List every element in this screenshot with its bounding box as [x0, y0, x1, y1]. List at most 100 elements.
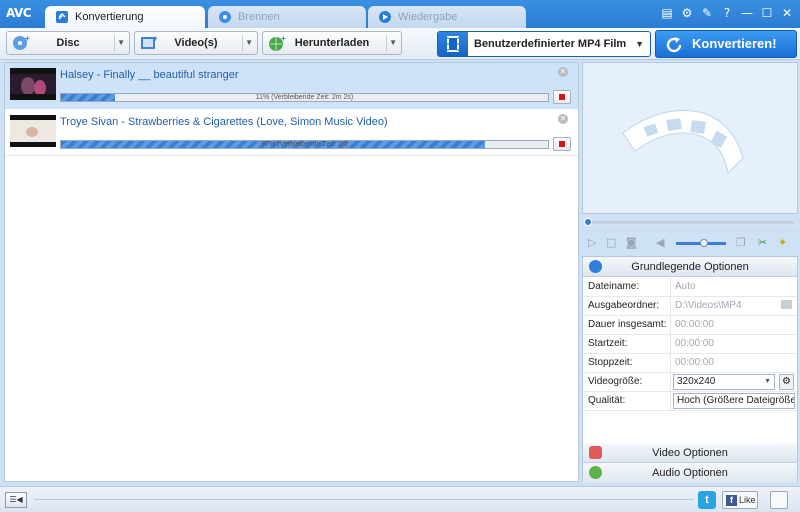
chevron-down-icon[interactable]: ▼ [635, 34, 644, 54]
stop-icon [559, 141, 565, 147]
basic-options-label: Grundlegende Optionen [631, 261, 749, 273]
stop-button[interactable] [553, 90, 571, 104]
divider [34, 499, 694, 500]
add-disc-button[interactable]: + Disc ▼ [6, 31, 130, 55]
option-label: Qualität: [588, 395, 626, 406]
minimize-button[interactable]: — [740, 6, 754, 20]
volume-icon[interactable]: ◀ [656, 236, 664, 249]
volume-handle[interactable] [700, 239, 708, 247]
option-label: Startzeit: [588, 338, 628, 349]
wrench-icon[interactable]: ✎ [700, 6, 714, 20]
filename-field[interactable]: Auto [675, 281, 696, 292]
monitor-icon[interactable]: ▤ [660, 6, 674, 20]
divider [670, 278, 671, 297]
toggle-panel-button[interactable]: ☰◀ [5, 492, 27, 508]
gear-icon[interactable]: ⚙ [680, 6, 694, 20]
seek-slider[interactable] [582, 216, 798, 228]
file-list: Halsey - Finally __ beautiful stranger 1… [4, 62, 579, 482]
toolbar: + Disc ▼ + Video(s) ▼ + Herunterladen ▼ [0, 28, 800, 74]
tab-label: Konvertierung [75, 11, 144, 23]
disc-add-icon: + [13, 34, 30, 50]
playback-controls: ▷ □ ◙ ◀ ❐ ✂ ✦ [582, 230, 798, 254]
disc-tab-icon [219, 11, 231, 23]
tab-wiedergabe[interactable]: Wiedergabe [368, 6, 526, 28]
divider [670, 392, 671, 411]
video-size-select[interactable]: 320x240 ▼ [673, 374, 775, 390]
speaker-icon [589, 466, 602, 479]
help-button[interactable]: ? [720, 6, 734, 20]
remove-icon[interactable]: ✕ [558, 67, 568, 77]
camera-icon[interactable]: ◙ [626, 236, 637, 249]
start-time-field[interactable]: 00:00:00 [675, 338, 714, 349]
output-format-select[interactable]: Benutzerdefinierter MP4 Film (*.mp4) ▼ [437, 31, 651, 74]
divider [670, 335, 671, 354]
add-videos-button[interactable]: + Video(s) ▼ [134, 31, 258, 55]
progress-bar: 87% (Verbleibende Zeit: 2s) [60, 140, 549, 149]
quality-value: Hoch (Größere Dateigröße) [677, 395, 795, 406]
video-thumbnail [10, 68, 56, 100]
convert-button[interactable]: Konvertieren! [655, 30, 797, 58]
wrench-icon [589, 260, 602, 273]
chevron-down-icon[interactable]: ▼ [117, 32, 125, 54]
list-item[interactable]: Halsey - Finally __ beautiful stranger 1… [5, 63, 578, 109]
disc-label: Disc [56, 37, 80, 49]
svg-text:+: + [153, 34, 158, 43]
like-label: Like [739, 495, 756, 505]
folder-icon[interactable] [781, 300, 792, 309]
maximize-button[interactable]: ☐ [760, 6, 774, 20]
gear-icon: ⚙ [782, 376, 791, 387]
stop-time-field[interactable]: 00:00:00 [675, 357, 714, 368]
option-row-video-size: Videogröße: 320x240 ▼ ⚙ [583, 373, 797, 392]
list-item[interactable]: Troye Sivan - Strawberries & Cigarettes … [5, 110, 578, 156]
play-icon[interactable]: ▷ [588, 236, 596, 249]
output-folder-field[interactable]: D:\Videos\MP4 [675, 300, 742, 311]
twitter-button[interactable]: t [698, 491, 716, 509]
video-icon [589, 446, 602, 459]
progress-bar: 11% (Verbleibende Zeit: 2m 2s) [60, 93, 549, 102]
video-options-label: Video Optionen [652, 447, 728, 459]
progress-text: 87% (Verbleibende Zeit: 2s) [261, 141, 348, 148]
copy-icon[interactable]: ❐ [736, 236, 746, 249]
close-button[interactable]: ✕ [780, 6, 794, 20]
download-label: Herunterladen [294, 37, 370, 49]
film-add-icon: + [141, 34, 158, 49]
tab-brennen[interactable]: Brennen [208, 6, 366, 28]
option-row-output-folder: Ausgabeordner: D:\Videos\MP4 [583, 297, 797, 316]
tab-label: Wiedergabe [398, 11, 458, 23]
facebook-like-button[interactable]: f Like [722, 491, 758, 509]
tab-konvertierung[interactable]: Konvertierung [45, 6, 205, 28]
option-label: Videogröße: [588, 376, 643, 387]
magic-wand-icon[interactable]: ✦ [778, 236, 787, 249]
option-label: Dateiname: [588, 281, 640, 292]
basic-options-header[interactable]: Grundlegende Optionen [583, 257, 797, 277]
play-tab-icon [379, 11, 391, 23]
stop-icon[interactable]: □ [606, 236, 616, 249]
option-label: Ausgabeordner: [588, 300, 660, 311]
stop-button[interactable] [553, 137, 571, 151]
scissors-icon[interactable]: ✂ [758, 236, 767, 249]
video-size-settings-button[interactable]: ⚙ [779, 374, 794, 390]
video-options-header[interactable]: Video Optionen [583, 443, 797, 463]
audio-options-label: Audio Optionen [652, 467, 728, 479]
remove-icon[interactable]: ✕ [558, 114, 568, 124]
video-preview [582, 62, 798, 214]
divider [670, 354, 671, 373]
tab-label: Brennen [238, 11, 280, 23]
divider [386, 35, 387, 51]
chevron-down-icon[interactable]: ▼ [245, 32, 253, 54]
title-bar: AVC Konvertierung Brennen Wiedergabe ▤ ⚙… [0, 0, 800, 28]
chevron-down-icon[interactable]: ▼ [389, 32, 397, 54]
window-controls: ▤ ⚙ ✎ ? — ☐ ✕ [660, 6, 794, 20]
chevron-down-icon: ▼ [764, 378, 771, 385]
svg-text:+: + [281, 34, 286, 43]
expand-icon[interactable] [770, 491, 788, 509]
convert-tab-icon [56, 11, 68, 23]
quality-select[interactable]: Hoch (Größere Dateigröße) [673, 393, 795, 409]
option-row-quality: Qualität: Hoch (Größere Dateigröße) [583, 392, 797, 411]
download-button[interactable]: + Herunterladen ▼ [262, 31, 402, 55]
progress-text: 11% (Verbleibende Zeit: 2m 2s) [255, 94, 354, 101]
audio-options-header[interactable]: Audio Optionen [583, 463, 797, 483]
seek-handle[interactable] [584, 218, 592, 226]
video-size-value: 320x240 [677, 376, 716, 387]
option-label: Dauer insgesamt: [588, 319, 667, 330]
